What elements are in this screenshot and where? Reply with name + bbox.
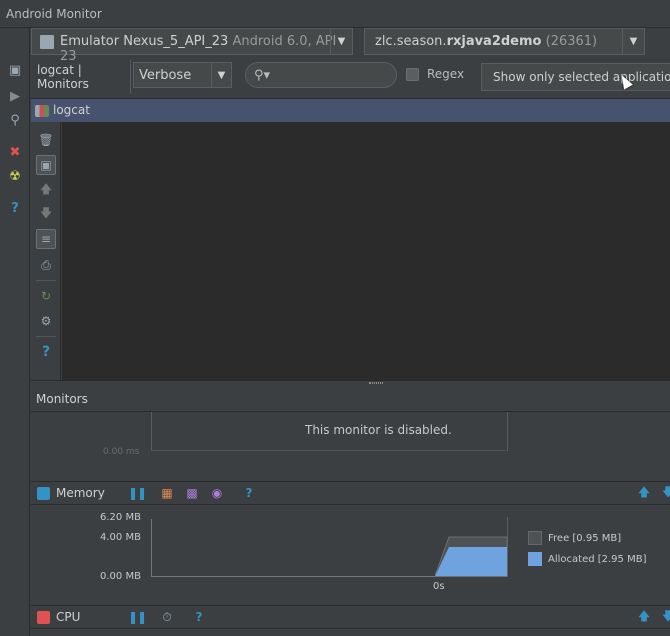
print-icon[interactable]: ⎙ [36, 255, 56, 275]
arrow-up-icon[interactable]: 🡅 [36, 180, 56, 200]
logcat-output[interactable] [62, 122, 670, 380]
gc-icon[interactable]: ☢ [7, 168, 23, 184]
chevron-down-icon[interactable]: ▼ [330, 29, 352, 54]
cpu-label: CPU [56, 610, 81, 624]
search-box[interactable]: ⚲▾ [245, 62, 397, 88]
app-filter-dropdown[interactable]: Show only selected application [481, 63, 670, 91]
arrow-down-icon[interactable]: 🡇 [660, 609, 670, 625]
y-tick-label: 0.00 MB [100, 571, 141, 582]
search-icon[interactable]: ⚲▾ [254, 68, 270, 83]
y-tick-label: 4.00 MB [100, 532, 141, 543]
title-bar: Android Monitor [0, 0, 670, 28]
cpu-icon [37, 611, 50, 624]
chevron-down-icon[interactable]: ▼ [622, 29, 644, 54]
help-icon[interactable]: ? [241, 485, 257, 501]
process-dropdown[interactable]: zlc.season.rxjava2demo (26361) ▼ [364, 28, 645, 55]
memory-area-chart [435, 536, 508, 577]
arrow-down-icon[interactable]: 🡇 [36, 204, 56, 224]
memory-graph: 6.20 MB 4.00 MB 0.00 MB 0s Free [0.95 MB… [31, 507, 670, 605]
log-level-value: Verbose [139, 68, 192, 83]
process-name: zlc.season.rxjava2demo (26361) [375, 34, 598, 49]
arrow-up-icon[interactable]: 🡅 [636, 485, 652, 501]
legend-label: Allocated [2.95 MB] [548, 553, 647, 565]
y-tick-label: 6.20 MB [100, 512, 141, 523]
log-level-dropdown[interactable]: Verbose ▼ [133, 62, 232, 88]
toolbar-separator [36, 336, 56, 337]
help-icon[interactable]: ? [36, 342, 56, 362]
restart-icon[interactable]: ↻ [36, 286, 56, 306]
help-icon[interactable]: ? [191, 609, 207, 625]
legend-allocated: Allocated [2.95 MB] [528, 552, 646, 566]
memory-monitor-toolbar: Memory ❚❚ ▦ ▩ ◉ ? 🡅 🡇 [31, 481, 670, 505]
device-icon [40, 35, 54, 49]
device-dropdown[interactable]: Emulator Nexus_5_API_23 Android 6.0, API… [31, 28, 353, 64]
logcat-toolbar: 🗑 ▣ 🡅 🡇 ≡ ⎙ ↻ ⚙ ? [31, 122, 61, 380]
method-trace-icon[interactable]: ⏱ [159, 609, 175, 625]
layout-inspector-icon[interactable]: ⚲ [7, 112, 23, 128]
regex-checkbox[interactable] [406, 67, 419, 81]
legend-swatch [528, 552, 542, 566]
graph-baseline [151, 450, 508, 451]
legend-free: Free [0.95 MB] [528, 531, 621, 545]
logcat-title: logcat [53, 103, 90, 117]
legend-swatch [528, 531, 542, 545]
splitter-grip[interactable] [369, 382, 383, 384]
gc-button-icon[interactable]: ▦ [159, 485, 175, 501]
regex-label: Regex [427, 67, 465, 81]
window-title: Android Monitor [6, 7, 102, 21]
memory-icon [37, 487, 50, 500]
legend-label: Free [0.95 MB] [548, 532, 622, 544]
trash-icon[interactable]: 🗑 [36, 130, 56, 150]
pause-icon[interactable]: ❚❚ [128, 485, 147, 501]
record-icon[interactable]: ▶ [7, 88, 23, 104]
scroll-to-end-icon[interactable]: ▣ [36, 155, 56, 175]
graph-border-right [507, 412, 508, 450]
arrow-up-icon[interactable]: 🡅 [636, 609, 652, 625]
y-axis [151, 519, 152, 577]
camera-icon[interactable]: ▣ [7, 62, 23, 78]
toolbar-separator [36, 280, 56, 281]
monitors-title: Monitors [36, 392, 88, 406]
cpu-monitor-toolbar: CPU ❚❚ ⏱ ? 🡅 🡇 [31, 605, 670, 629]
graph-border-left [151, 412, 152, 450]
left-toolbar: ▣ ▶ ⚲ ✖ ☢ ? [0, 28, 30, 636]
search-input[interactable] [274, 66, 390, 84]
logcat-panel-header: logcat [31, 98, 670, 122]
logcat-icon [35, 105, 49, 117]
axis-value: 0.00 ms [103, 447, 140, 457]
pause-icon[interactable]: ❚❚ [128, 609, 147, 625]
help-icon[interactable]: ? [7, 200, 23, 216]
regex-option[interactable]: Regex [406, 67, 464, 81]
monitor-disabled-message: This monitor is disabled. [305, 423, 452, 437]
disabled-monitor: 0.00 ms This monitor is disabled. [31, 412, 670, 482]
monitors-header: Monitors [31, 386, 670, 412]
terminate-icon[interactable]: ✖ [7, 144, 23, 160]
allocation-tracking-icon[interactable]: ◉ [209, 485, 225, 501]
arrow-down-icon[interactable]: 🡇 [660, 485, 670, 501]
soft-wrap-icon[interactable]: ≡ [36, 229, 56, 249]
x-tick-label: 0s [433, 581, 445, 592]
tab-logcat-monitors[interactable]: logcat | Monitors [31, 60, 131, 94]
dump-java-heap-icon[interactable]: ▩ [184, 485, 200, 501]
chevron-down-icon[interactable]: ▼ [211, 63, 231, 87]
memory-label: Memory [56, 486, 105, 500]
gear-icon[interactable]: ⚙ [36, 311, 56, 331]
